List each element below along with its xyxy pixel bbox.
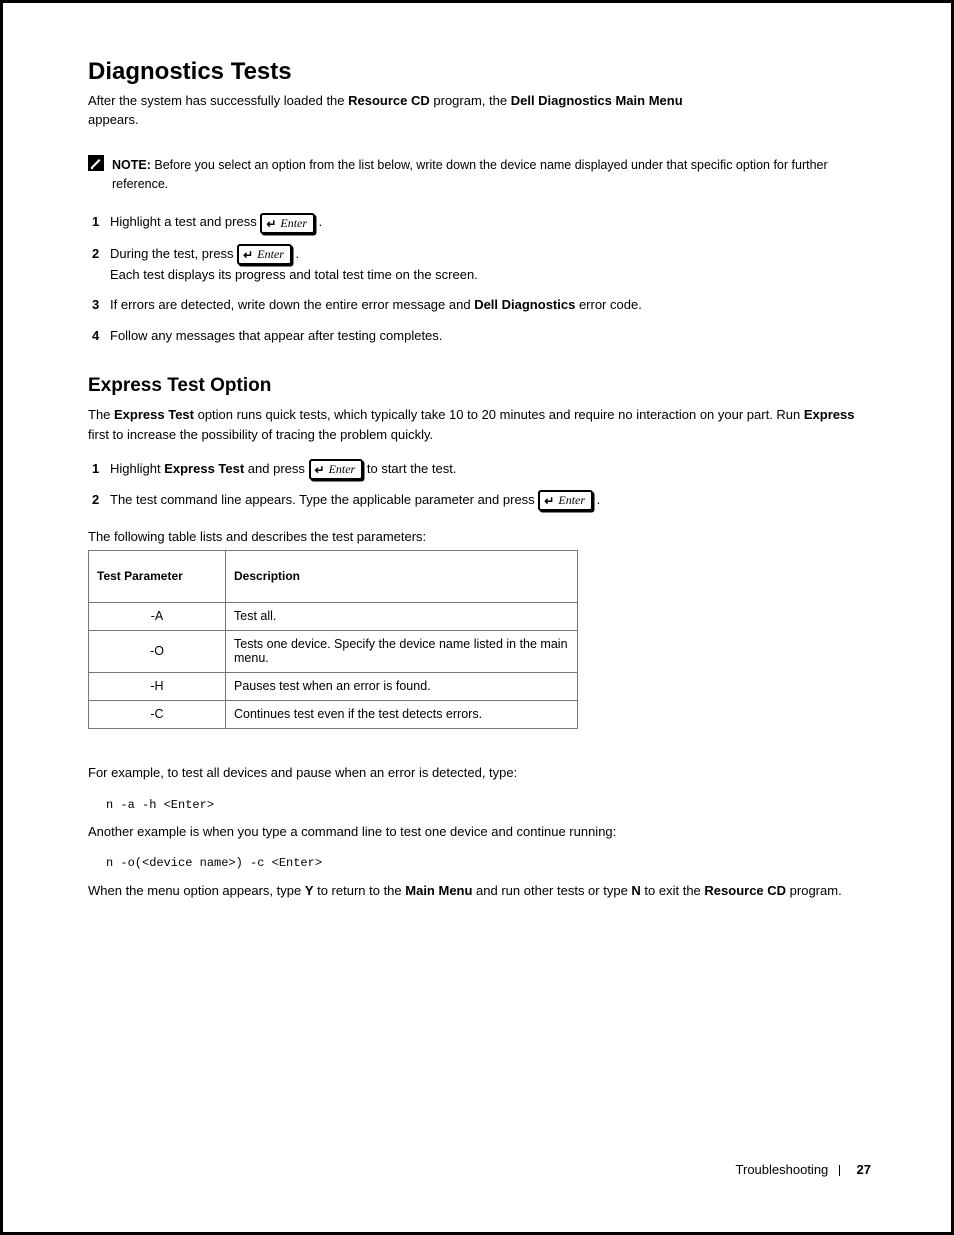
text-bold: Main Menu — [405, 883, 472, 898]
steps-list-2: Highlight Express Test and press ↵Enter … — [88, 459, 871, 511]
closing-line-3: When the menu option appears, type Y to … — [88, 881, 871, 901]
step-3: If errors are detected, write down the e… — [92, 295, 871, 316]
th-description: Description — [226, 551, 578, 603]
table-caption: The following table lists and describes … — [88, 529, 871, 544]
cell-param: -A — [89, 603, 226, 631]
text-bold: Dell Diagnostics Main Menu — [511, 93, 683, 108]
text: to start the test. — [367, 461, 457, 476]
text: to return to the — [313, 883, 405, 898]
text: first to increase the possibility of tra… — [88, 427, 433, 442]
enter-label: Enter — [329, 462, 356, 476]
text-bold: Resource CD — [348, 93, 430, 108]
cell-desc: Pauses test when an error is found. — [226, 673, 578, 701]
step-1: Highlight a test and press ↵ Enter . — [92, 212, 871, 233]
parameters-table: Test Parameter Description -A Test all. … — [88, 550, 578, 729]
text: . — [597, 492, 601, 507]
text: . — [319, 214, 323, 229]
cell-desc: Tests one device. Specify the device nam… — [226, 631, 578, 673]
table-row: -H Pauses test when an error is found. — [89, 673, 578, 701]
text-bold: Express Test — [114, 407, 194, 422]
table-row: -A Test all. — [89, 603, 578, 631]
text: Follow any messages that appear after te… — [110, 328, 442, 343]
text: The — [88, 407, 114, 422]
page-footer: Troubleshooting 27 — [736, 1162, 871, 1177]
enter-key-icon: ↵ Enter — [237, 244, 292, 265]
enter-label: Enter — [558, 493, 585, 507]
note-label: NOTE: — [112, 158, 154, 172]
footer-separator — [839, 1165, 840, 1176]
step-2: During the test, press ↵ Enter . Each tes… — [92, 244, 871, 286]
heading-express-test: Express Test Option — [88, 375, 871, 397]
text-bold: Express Test — [164, 461, 244, 476]
text-bold: N — [631, 883, 640, 898]
enter-key-icon: ↵ Enter — [309, 459, 364, 480]
text: and press — [244, 461, 308, 476]
th-parameter: Test Parameter — [89, 551, 226, 603]
cell-desc: Test all. — [226, 603, 578, 631]
note-block: NOTE: Before you select an option from t… — [88, 156, 871, 195]
text-bold: Express — [804, 407, 855, 422]
text: Highlight a test and press — [110, 214, 260, 229]
note-text: NOTE: Before you select an option from t… — [112, 156, 871, 195]
enter-key-icon: ↵ Enter — [260, 213, 315, 234]
enter-label: Enter — [280, 216, 307, 230]
enter-arrow-icon: ↵ — [266, 218, 276, 230]
cell-param: -C — [89, 701, 226, 729]
table-row: -C Continues test even if the test detec… — [89, 701, 578, 729]
text: When the menu option appears, type — [88, 883, 305, 898]
enter-arrow-icon: ↵ — [243, 249, 253, 261]
note-body: Before you select an option from the lis… — [112, 158, 828, 191]
text: to exit the — [641, 883, 705, 898]
code-example-2: n -o(<device name>) -c <Enter> — [106, 854, 871, 873]
step-4: Follow any messages that appear after te… — [92, 326, 871, 347]
code-example-1: n -a -h <Enter> — [106, 796, 871, 815]
text: appears. — [88, 112, 139, 127]
step-1b: Highlight Express Test and press ↵Enter … — [92, 459, 871, 480]
steps-list-1: Highlight a test and press ↵ Enter . Duri… — [88, 212, 871, 347]
text: program. — [786, 883, 842, 898]
paragraph-express: The Express Test option runs quick tests… — [88, 405, 871, 445]
text: option runs quick tests, which typically… — [194, 407, 804, 422]
enter-key-icon: ↵ Enter — [538, 490, 593, 511]
enter-label: Enter — [257, 247, 284, 261]
note-pencil-icon — [88, 155, 104, 174]
enter-arrow-icon: ↵ — [544, 495, 554, 507]
text: error code. — [575, 297, 641, 312]
text: If errors are detected, write down the e… — [110, 297, 474, 312]
cell-desc: Continues test even if the test detects … — [226, 701, 578, 729]
cell-param: -H — [89, 673, 226, 701]
text: During the test, press — [110, 246, 237, 261]
text: Each test displays its progress and tota… — [110, 267, 478, 282]
text: Highlight — [110, 461, 164, 476]
closing-block: For example, to test all devices and pau… — [88, 763, 871, 901]
closing-line-2: Another example is when you type a comma… — [88, 822, 871, 842]
text: program, the — [430, 93, 511, 108]
text: After the system has successfully loaded… — [88, 93, 348, 108]
table-row: -O Tests one device. Specify the device … — [89, 631, 578, 673]
step-2b: The test command line appears. Type the … — [92, 490, 871, 511]
text: . — [296, 246, 300, 261]
heading-diagnostics: Diagnostics Tests — [88, 58, 871, 86]
footer-section: Troubleshooting — [736, 1162, 829, 1177]
footer-page-number: 27 — [857, 1162, 871, 1177]
text: and run other tests or type — [472, 883, 631, 898]
cell-param: -O — [89, 631, 226, 673]
closing-line-1: For example, to test all devices and pau… — [88, 763, 871, 783]
text-bold: Resource CD — [704, 883, 786, 898]
text-bold: Dell Diagnostics — [474, 297, 575, 312]
paragraph-intro: After the system has successfully loaded… — [88, 92, 871, 130]
enter-arrow-icon: ↵ — [315, 464, 325, 476]
text: The test command line appears. Type the … — [110, 492, 538, 507]
